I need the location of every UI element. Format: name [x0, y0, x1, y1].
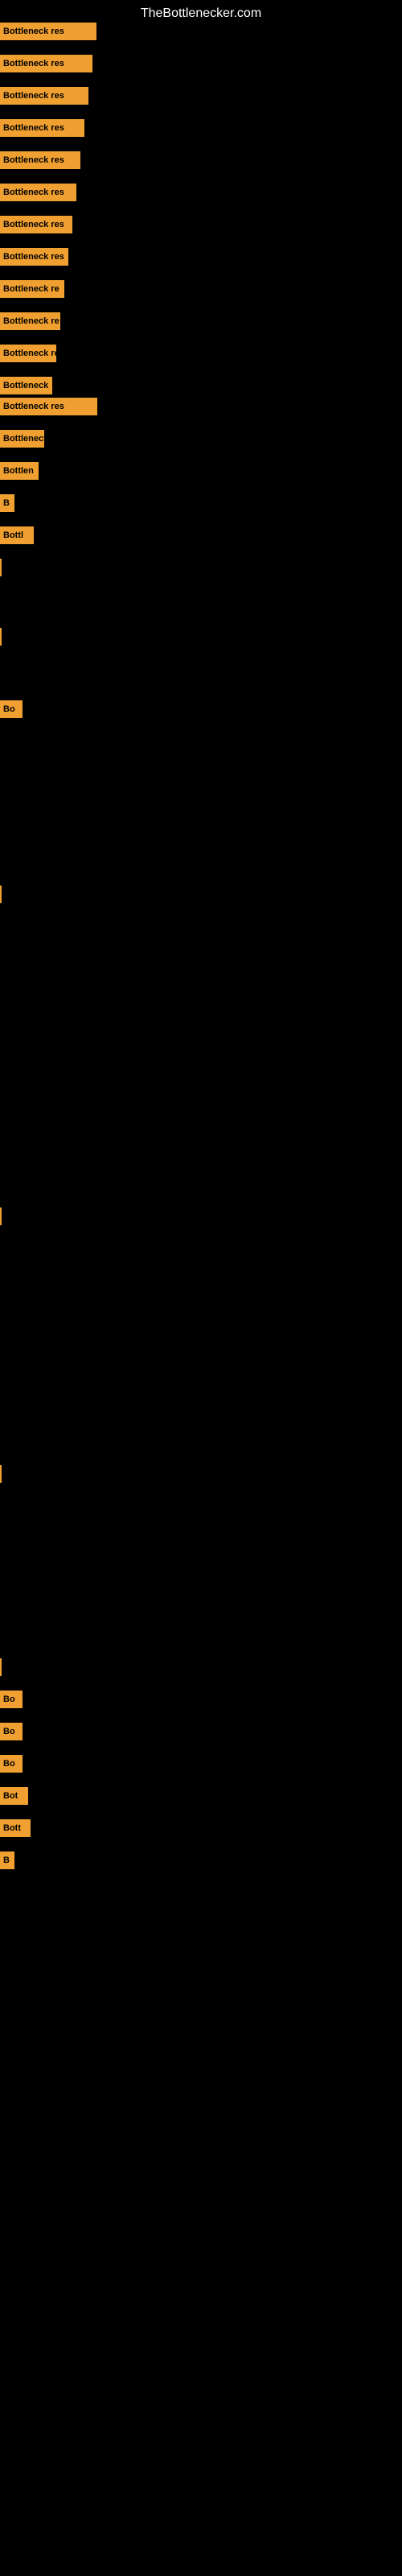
- bar-line-23: [0, 1658, 2, 1676]
- bottleneck-bar-1: Bottleneck res: [0, 55, 92, 72]
- bottleneck-bar-13: Bottleneck: [0, 430, 44, 448]
- bottleneck-bar-25: Bo: [0, 1723, 23, 1740]
- bar-line-21: [0, 1208, 2, 1225]
- bottleneck-bar-27: Bot: [0, 1787, 28, 1805]
- bottleneck-bar-11: Bottleneck: [0, 377, 52, 394]
- bar-line-18: [0, 628, 2, 646]
- bottleneck-bar-10: Bottleneck re: [0, 345, 56, 362]
- bottleneck-bar-6: Bottleneck res: [0, 216, 72, 233]
- bar-line-17: [0, 559, 2, 576]
- bar-line-20: [0, 886, 2, 903]
- bottleneck-bar-0: Bottleneck res: [0, 23, 96, 40]
- bottleneck-bar-9: Bottleneck re: [0, 312, 60, 330]
- bottleneck-bar-19: Bo: [0, 700, 23, 718]
- bottleneck-bar-29: B: [0, 1852, 14, 1869]
- bottleneck-bar-15: B: [0, 494, 14, 512]
- bottleneck-bar-24: Bo: [0, 1690, 23, 1708]
- bottleneck-bar-14: Bottlen: [0, 462, 39, 480]
- bar-line-22: [0, 1465, 2, 1483]
- bottleneck-bar-2: Bottleneck res: [0, 87, 88, 105]
- bottleneck-bar-5: Bottleneck res: [0, 184, 76, 201]
- bottleneck-bar-3: Bottleneck res: [0, 119, 84, 137]
- bottleneck-bar-7: Bottleneck res: [0, 248, 68, 266]
- bottleneck-bar-28: Bott: [0, 1819, 31, 1837]
- bottleneck-bar-8: Bottleneck re: [0, 280, 64, 298]
- bottleneck-bar-26: Bo: [0, 1755, 23, 1773]
- bottleneck-bar-4: Bottleneck res: [0, 151, 80, 169]
- bottleneck-bar-12: Bottleneck res: [0, 398, 97, 415]
- bottleneck-bar-16: Bottl: [0, 526, 34, 544]
